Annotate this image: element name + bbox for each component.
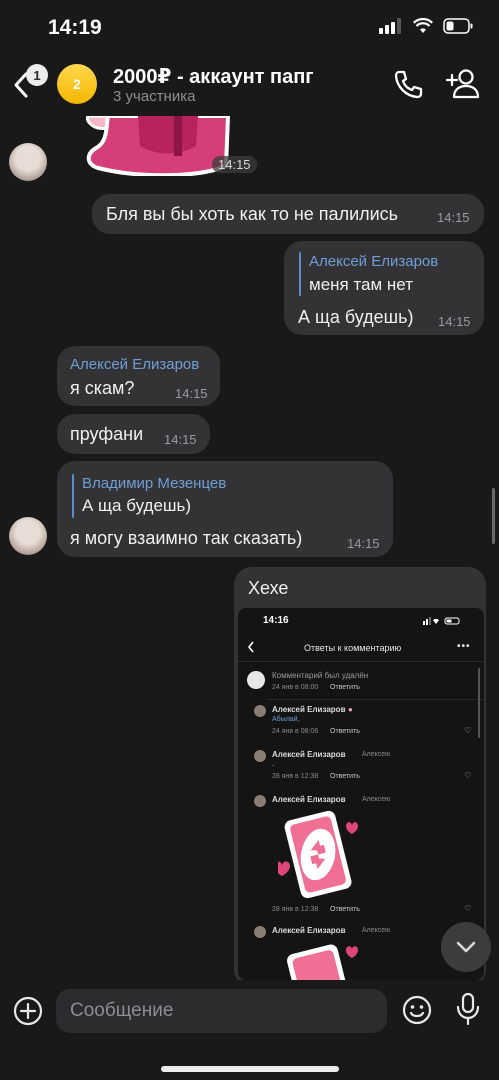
attached-screenshot[interactable]: 14:16 Ответы к комментарию ••• Комментар… <box>238 608 484 980</box>
status-time: 14:19 <box>48 16 102 39</box>
screenshot-item-to: Алексею <box>362 796 391 803</box>
quote-bar <box>299 252 301 296</box>
avatar <box>254 750 266 762</box>
avatar[interactable] <box>9 143 47 181</box>
home-indicator[interactable] <box>161 1066 339 1072</box>
uno-card-sticker <box>287 944 358 980</box>
battery-icon <box>443 18 473 34</box>
quote-author: Владимир Мезенцев <box>82 475 227 492</box>
screenshot-item-name: Алексей Елизаров <box>272 750 346 759</box>
message-outgoing-reply[interactable]: Алексей Елизаров меня там нет А ща будеш… <box>284 241 484 335</box>
emoji-button[interactable] <box>401 994 433 1026</box>
scroll-down-button[interactable] <box>441 922 491 972</box>
divider <box>238 661 484 662</box>
like-icon: ♡ <box>464 904 472 913</box>
like-icon: ♡ <box>464 771 472 780</box>
screenshot-title: Ответы к комментарию <box>304 643 402 653</box>
screenshot-item-reply: Ответить <box>330 773 360 780</box>
screenshot-item-name: Алексей Елизаров <box>272 795 346 804</box>
screenshot-item-name: Комментарий был удалён <box>272 671 369 680</box>
screenshot-status-icons <box>423 617 463 625</box>
message-text: я могу взаимно так сказать) <box>70 528 303 548</box>
phone-icon <box>394 70 423 99</box>
sticker-message[interactable]: 14:15 <box>78 116 258 178</box>
message-list[interactable]: 14:15 Бля вы бы хоть как то не палились … <box>0 116 499 980</box>
message-outgoing[interactable]: Бля вы бы хоть как то не палились 14:15 <box>92 194 484 234</box>
chevron-down-icon <box>456 941 476 953</box>
smile-icon <box>402 995 432 1025</box>
quote-text: А ща будешь) <box>82 496 192 515</box>
message-text: А ща будешь) <box>298 307 414 327</box>
screenshot-item-meta: 24 янв в 08:06 <box>272 728 319 735</box>
deleted-avatar <box>247 671 265 689</box>
like-icon: ♡ <box>464 726 472 735</box>
message-text: я скам? <box>70 378 135 398</box>
add-member-button[interactable] <box>444 66 484 102</box>
wifi-icon <box>413 18 433 33</box>
screenshot-item-to: Алексею <box>362 927 391 934</box>
add-user-icon <box>445 69 480 99</box>
uno-card-sticker <box>278 810 358 899</box>
message-incoming[interactable]: Алексей Елизаров я скам? 14:15 <box>57 346 220 406</box>
quote-author: Алексей Елизаров <box>309 253 439 270</box>
scrollbar <box>478 668 480 738</box>
screenshot-item-meta: 24 янв в 08:00 <box>272 684 319 691</box>
plus-circle-icon <box>13 996 43 1026</box>
message-time: 14:15 <box>437 210 470 225</box>
sticker-time: 14:15 <box>212 156 257 173</box>
avatar <box>254 926 266 938</box>
status-icons <box>379 18 473 34</box>
message-incoming-reply[interactable]: Владимир Мезенцев А ща будешь) я могу вз… <box>57 461 393 557</box>
heart-emoji-icon: ● <box>348 705 353 714</box>
mini-status-icon <box>423 617 460 625</box>
microphone-icon <box>456 992 480 1026</box>
message-author: Алексей Елизаров <box>70 356 200 373</box>
signal-icon <box>379 18 401 34</box>
attach-button[interactable] <box>12 995 44 1027</box>
voice-record-button[interactable] <box>454 992 482 1026</box>
message-time: 14:15 <box>164 432 197 447</box>
message-time: 14:15 <box>347 536 380 551</box>
screenshot-item-reply: Ответить <box>330 684 360 691</box>
screenshot-item-to: Алексею <box>362 751 391 758</box>
quote-text: меня там нет <box>309 275 413 294</box>
screenshot-item-body: Абылай, <box>272 716 300 723</box>
screenshot-item-name: Алексей Елизаров <box>272 926 346 935</box>
screenshot-item-body: . <box>272 759 275 768</box>
message-time: 14:15 <box>175 386 208 401</box>
chat-header: 1 2 2000₽ - аккаунт папг 3 участника <box>0 52 499 116</box>
screenshot-item-meta: 28 янв в 12:38 <box>272 773 319 780</box>
avatar <box>254 795 266 807</box>
message-incoming[interactable]: пруфани 14:15 <box>57 414 210 454</box>
unread-badge: 1 <box>26 64 48 86</box>
screenshot-item-name: Алексей Елизаров <box>272 705 346 714</box>
screenshot-time: 14:16 <box>263 615 289 626</box>
message-time: 14:15 <box>438 314 471 329</box>
quote-bar <box>72 474 74 518</box>
back-button[interactable]: 1 <box>6 64 48 104</box>
message-text: Бля вы бы хоть как то не палились <box>106 204 399 224</box>
more-icon: ••• <box>457 641 471 652</box>
message-text: Хехе <box>248 578 289 598</box>
chevron-left-icon <box>247 641 254 653</box>
divider <box>266 699 484 700</box>
avatar <box>254 705 266 717</box>
screenshot-item-reply: Ответить <box>330 728 360 735</box>
message-text: пруфани <box>70 424 144 444</box>
message-input[interactable] <box>56 989 387 1033</box>
screenshot-item-reply: Ответить <box>330 906 360 913</box>
avatar[interactable] <box>9 517 47 555</box>
chat-avatar[interactable]: 2 <box>57 64 97 104</box>
scrollbar[interactable] <box>492 488 495 544</box>
call-button[interactable] <box>390 66 426 102</box>
chat-subtitle: 3 участника <box>113 88 196 105</box>
chat-title[interactable]: 2000₽ - аккаунт папг <box>113 64 314 89</box>
screenshot-item-meta: 28 янв в 12:38 <box>272 906 319 913</box>
